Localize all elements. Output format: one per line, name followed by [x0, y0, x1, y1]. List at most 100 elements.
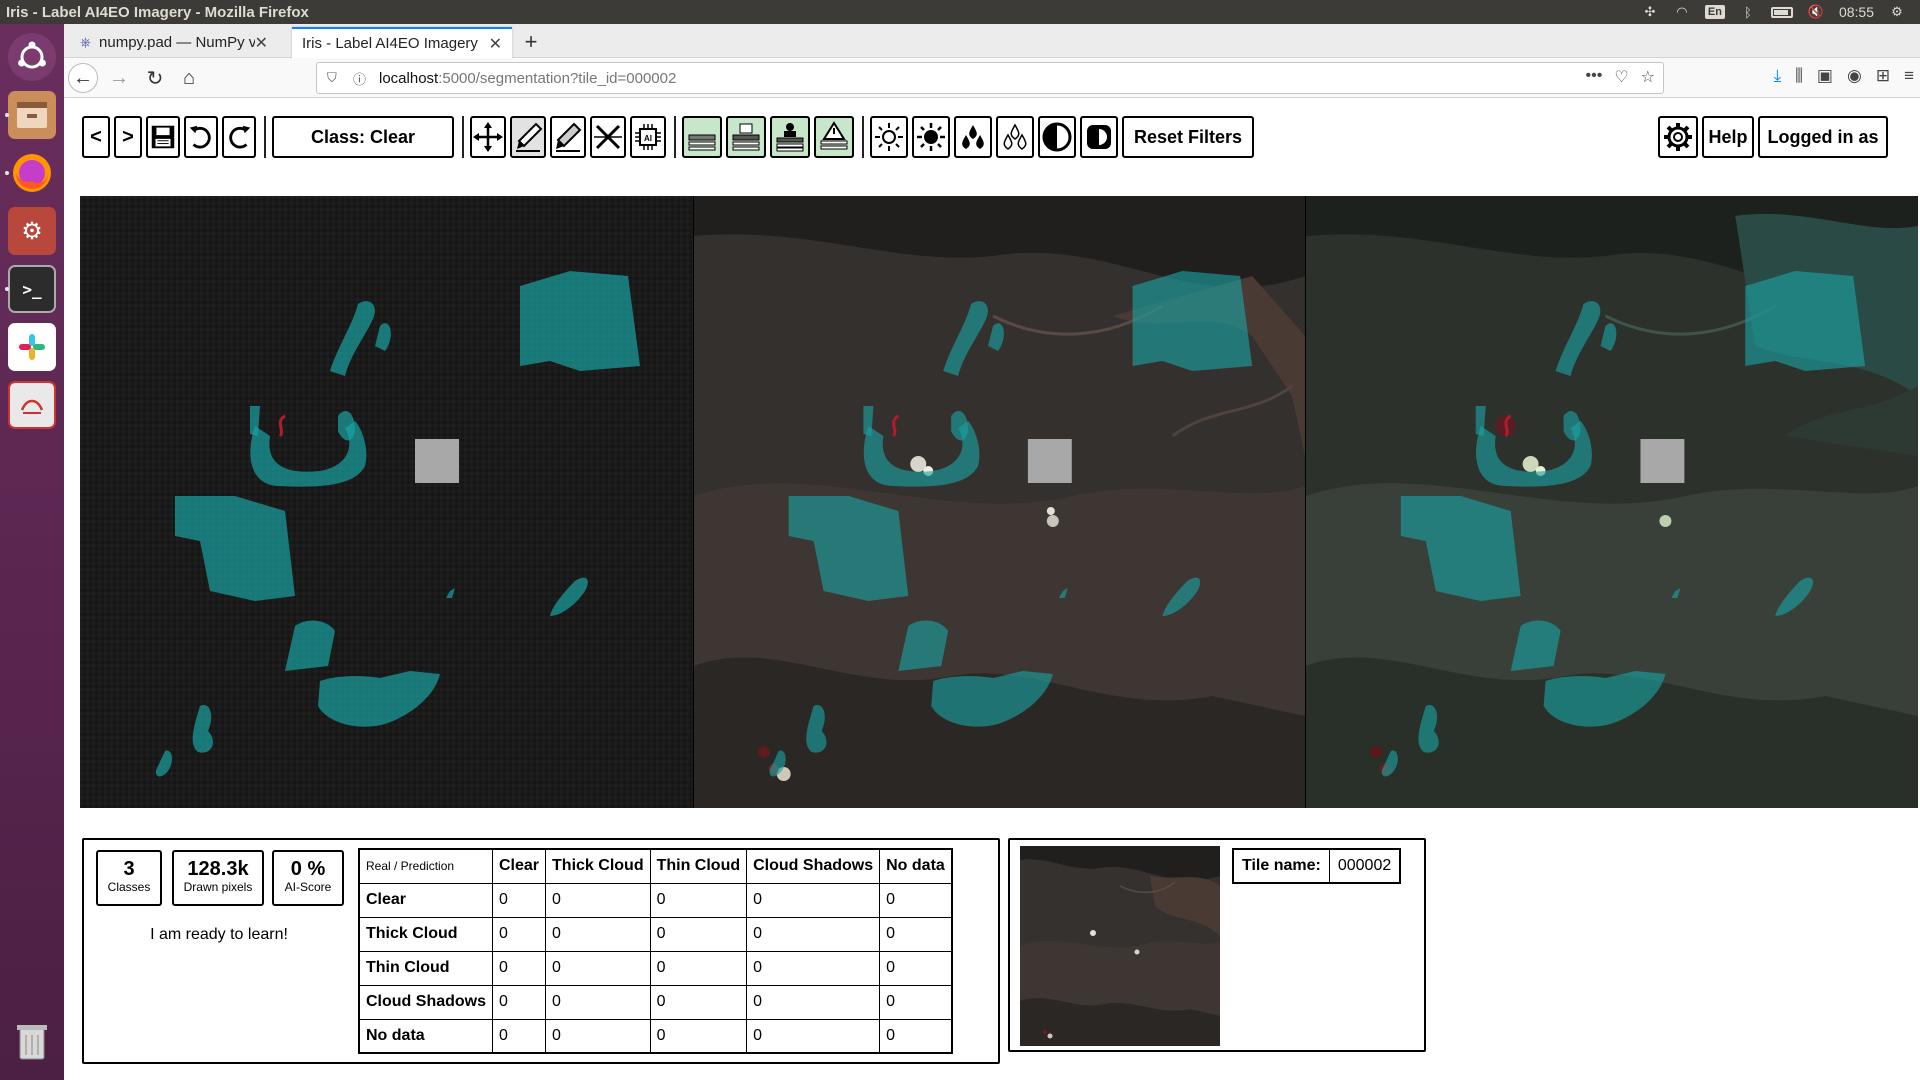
- confusion-header-row: Real / Prediction Clear Thick Cloud Thin…: [358, 848, 953, 884]
- trash-launcher[interactable]: [5, 1014, 59, 1068]
- satellite-image: [80, 196, 693, 808]
- page-actions-icon[interactable]: •••: [1586, 67, 1603, 87]
- matrix-cell: 0: [879, 950, 953, 986]
- matrix-cell: 0: [491, 916, 547, 952]
- next-tile-button[interactable]: >: [114, 116, 142, 158]
- running-indicator: [5, 171, 9, 175]
- download-icon[interactable]: ⤓: [1774, 66, 1782, 86]
- imagery-viewer[interactable]: [80, 196, 1918, 808]
- settings-launcher[interactable]: ⚙: [5, 204, 59, 258]
- view-error-layer-button[interactable]: [814, 116, 854, 158]
- wifi-icon[interactable]: ◠: [1673, 4, 1691, 19]
- extensions-icon[interactable]: ⊞: [1876, 66, 1890, 86]
- brightness-down-button[interactable]: [870, 116, 908, 158]
- previous-tile-button[interactable]: <: [82, 116, 110, 158]
- files-launcher[interactable]: [5, 88, 59, 142]
- clock[interactable]: 08:55: [1839, 4, 1874, 20]
- image-panel-1[interactable]: [80, 196, 693, 808]
- url-host: localhost: [379, 69, 439, 87]
- column-header: Thin Cloud: [649, 848, 748, 884]
- redo-button[interactable]: [222, 116, 256, 158]
- shield-icon[interactable]: ⛉: [327, 70, 345, 86]
- terminal-launcher[interactable]: >_: [5, 262, 59, 316]
- contrast-up-button[interactable]: [1038, 116, 1076, 158]
- account-icon[interactable]: ◉: [1847, 66, 1862, 86]
- crossed-pens-icon: [594, 124, 622, 150]
- tab-iris[interactable]: Iris - Label AI4EO Imagery ✕: [292, 27, 512, 58]
- stat-value: 3: [123, 858, 135, 880]
- matrix-cell: 0: [746, 984, 881, 1020]
- reload-button[interactable]: ↻: [140, 63, 170, 93]
- menu-icon[interactable]: ≡: [1904, 66, 1914, 86]
- undo-button[interactable]: [184, 116, 218, 158]
- ai-predict-button[interactable]: AI: [630, 116, 666, 158]
- brightness-up-button[interactable]: [912, 116, 950, 158]
- help-button[interactable]: Help: [1702, 116, 1754, 158]
- save-button[interactable]: [146, 116, 180, 158]
- home-button[interactable]: ⌂: [174, 63, 204, 93]
- redo-icon: [229, 125, 251, 149]
- ai-status-message: I am ready to learn!: [150, 926, 288, 943]
- new-tab-button[interactable]: +: [516, 28, 546, 56]
- bookmark-star-icon[interactable]: ☆: [1641, 67, 1655, 87]
- matrix-cell: 0: [879, 882, 953, 918]
- slack-icon: [8, 323, 56, 371]
- tab-numpy-pad[interactable]: ⎈ numpy.pad — NumPy v1 ✕: [68, 27, 278, 58]
- close-tab-icon[interactable]: ✕: [489, 34, 502, 54]
- contrast-icon: [1042, 122, 1072, 152]
- pocket-icon[interactable]: ♡: [1614, 67, 1628, 87]
- os-top-bar: Iris - Label AI4EO Imagery - Mozilla Fir…: [0, 0, 1920, 24]
- numpy-favicon-icon: ⎈: [79, 34, 92, 50]
- power-gear-icon[interactable]: ⚙: [1888, 4, 1906, 19]
- url-bar[interactable]: ⛉ ⓘ localhost:5000/segmentation?tile_id=…: [316, 62, 1664, 94]
- volume-muted-icon[interactable]: 🔇: [1807, 4, 1825, 19]
- brush-tool-button[interactable]: [510, 116, 546, 158]
- image-panel-3[interactable]: [1305, 196, 1918, 808]
- firefox-launcher[interactable]: [5, 146, 59, 200]
- info-panel: 3 Classes 128.3k Drawn pixels 0 % AI-Sco…: [82, 838, 1000, 1064]
- ai-chip-icon: AI: [635, 124, 661, 150]
- drops-outline-icon: [1003, 123, 1027, 150]
- dropbox-icon[interactable]: ✣: [1641, 4, 1659, 19]
- table-row: Cloud Shadows 0 0 0 0 0: [358, 984, 953, 1020]
- preferences-button[interactable]: [1658, 116, 1698, 158]
- reset-filters-button[interactable]: Reset Filters: [1122, 116, 1254, 158]
- eraser-pen-tool-button[interactable]: [550, 116, 586, 158]
- move-tool-button[interactable]: [470, 116, 506, 158]
- forward-button[interactable]: →: [104, 63, 134, 93]
- view-user-layer-button[interactable]: [770, 116, 810, 158]
- saturation-up-button[interactable]: [954, 116, 992, 158]
- view-mask-layer-button[interactable]: [682, 116, 722, 158]
- ubuntu-logo-button[interactable]: [5, 30, 59, 84]
- matrix-cell: 0: [649, 916, 748, 952]
- close-tab-icon[interactable]: ✕: [255, 33, 268, 53]
- matrix-cell: 0: [879, 1018, 953, 1054]
- image-panel-2[interactable]: [693, 196, 1305, 808]
- matrix-cell: 0: [879, 916, 953, 952]
- column-header: Thick Cloud: [545, 848, 651, 884]
- view-prediction-layer-button[interactable]: [726, 116, 766, 158]
- saturation-down-button[interactable]: [996, 116, 1034, 158]
- battery-icon[interactable]: [1770, 6, 1793, 18]
- class-selector-button[interactable]: Class: Clear: [272, 116, 454, 158]
- back-button[interactable]: ←: [68, 63, 98, 93]
- stat-label: Drawn pixels: [183, 880, 253, 894]
- toolbar-separator: [462, 116, 464, 158]
- login-button[interactable]: Logged in as: [1758, 116, 1888, 158]
- layers-chip-icon: [732, 123, 760, 151]
- svg-text:AI: AI: [644, 134, 652, 143]
- satellite-image: [1306, 196, 1918, 808]
- bluetooth-icon[interactable]: ᛒ: [1739, 5, 1757, 20]
- contrast-down-button[interactable]: [1080, 116, 1118, 158]
- firefox-window: ⎈ numpy.pad — NumPy v1 ✕ Iris - Label AI…: [64, 24, 1920, 1080]
- document-viewer-launcher[interactable]: [5, 378, 59, 432]
- slack-launcher[interactable]: [5, 320, 59, 374]
- clear-mask-button[interactable]: [590, 116, 626, 158]
- matrix-cell: 0: [649, 1018, 748, 1054]
- tile-info-panel: Tile name: 000002: [1008, 838, 1426, 1052]
- keyboard-language-indicator[interactable]: En: [1704, 5, 1725, 19]
- info-icon[interactable]: ⓘ: [353, 69, 371, 88]
- cursor-square: [415, 439, 459, 483]
- sidebar-icon[interactable]: ▣: [1817, 66, 1833, 86]
- library-icon[interactable]: ⫼: [1795, 66, 1803, 86]
